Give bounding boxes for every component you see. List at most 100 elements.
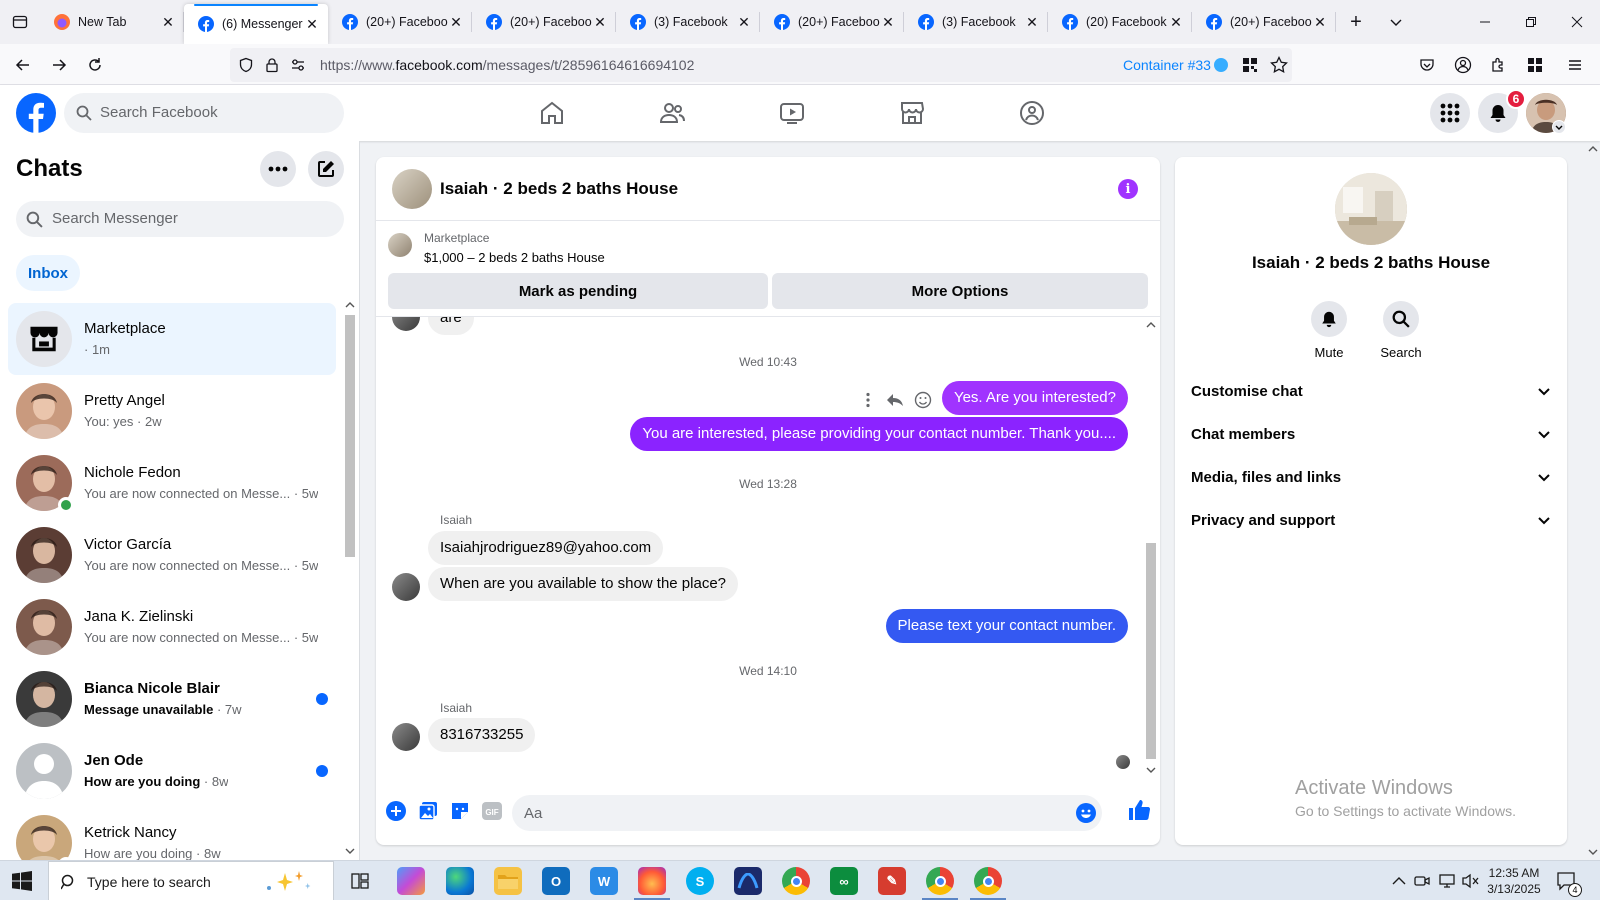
message-bubble-outgoing[interactable]: Yes. Are you interested?: [941, 381, 1128, 415]
message-thread-scrollbar[interactable]: [1144, 317, 1158, 783]
task-view-icon[interactable]: [350, 871, 370, 891]
facebook-logo-icon[interactable]: [16, 93, 56, 133]
listing-avatar[interactable]: [1335, 173, 1407, 245]
conversation-avatar[interactable]: [392, 169, 432, 209]
listing-thumbnail[interactable]: [388, 233, 412, 257]
browser-tab-active[interactable]: (6) Messenger | F✕: [184, 4, 328, 44]
info-section-row[interactable]: Customise chat: [1191, 371, 1551, 411]
firefox-view-button[interactable]: [0, 0, 40, 44]
close-tab-icon[interactable]: ✕: [160, 14, 176, 31]
home-nav[interactable]: [534, 95, 570, 131]
firefox-taskbar-icon[interactable]: [638, 867, 666, 895]
new-message-button[interactable]: [308, 151, 344, 187]
message-bubble-incoming[interactable]: 8316733255: [428, 718, 536, 752]
browser-tab[interactable]: (20+) Facebook ✕: [1192, 0, 1336, 44]
chat-list-item[interactable]: Jen Ode How are you doing · 8w: [8, 735, 336, 807]
message-bubble-incoming[interactable]: are: [428, 317, 474, 335]
chrome-profile-gm-taskbar-icon[interactable]: [926, 867, 954, 895]
app-infinity-taskbar-icon[interactable]: ∞: [830, 867, 858, 895]
close-tab-icon[interactable]: ✕: [1312, 14, 1328, 31]
close-tab-icon[interactable]: ✕: [1168, 14, 1184, 31]
search-in-conversation-button[interactable]: Search: [1371, 301, 1431, 360]
mute-circle[interactable]: [1311, 301, 1347, 337]
attach-photo-button[interactable]: [416, 799, 440, 823]
message-input[interactable]: Aa: [512, 795, 1102, 831]
more-options-button[interactable]: More Options: [772, 273, 1148, 309]
chat-list-item[interactable]: Pretty Angel You: yes · 2w: [8, 375, 336, 447]
app-paint-taskbar-icon[interactable]: ✎: [878, 867, 906, 895]
conversation-info-icon[interactable]: i: [1118, 179, 1138, 199]
meet-now-icon[interactable]: [1414, 873, 1430, 889]
info-section-row[interactable]: Media, files and links: [1191, 457, 1551, 497]
marketplace-nav[interactable]: [894, 95, 930, 131]
minimize-button[interactable]: [1462, 0, 1508, 44]
groups-nav[interactable]: [1014, 95, 1050, 131]
message-bubble-outgoing[interactable]: Please text your contact number.: [885, 609, 1128, 643]
info-section-row[interactable]: Privacy and support: [1191, 500, 1551, 540]
copilot-taskbar-icon[interactable]: [397, 867, 425, 895]
file-explorer-taskbar-icon[interactable]: [494, 867, 522, 895]
video-nav[interactable]: [774, 95, 810, 131]
extensions-button[interactable]: [1486, 52, 1512, 78]
react-emoji-icon[interactable]: [914, 391, 932, 409]
app-menu-button[interactable]: [1562, 52, 1588, 78]
browser-tab[interactable]: (20+) Facebook ✕: [760, 0, 904, 44]
sticker-button[interactable]: [448, 799, 472, 823]
facebook-search-input[interactable]: Search Facebook: [64, 93, 344, 133]
browser-tab[interactable]: (20+) Facebook ✕: [328, 0, 472, 44]
account-button[interactable]: [1450, 52, 1476, 78]
chat-list-item[interactable]: Nichole Fedon You are now connected on Me…: [8, 447, 336, 519]
browser-tab[interactable]: (3) Facebook ✕: [904, 0, 1048, 44]
close-tab-icon[interactable]: ✕: [1024, 14, 1040, 31]
close-tab-icon[interactable]: ✕: [736, 14, 752, 31]
mute-button[interactable]: Mute: [1299, 301, 1359, 360]
chat-options-button[interactable]: [260, 151, 296, 187]
messenger-search-input[interactable]: Search Messenger: [16, 201, 344, 237]
container-label[interactable]: Container #33: [1123, 57, 1211, 73]
skype-taskbar-icon[interactable]: S: [686, 867, 714, 895]
inbox-tab[interactable]: Inbox: [16, 255, 80, 291]
more-actions-button[interactable]: [384, 799, 408, 823]
taskbar-search-input[interactable]: Type here to search: [48, 861, 334, 900]
emoji-icon[interactable]: [1076, 803, 1096, 823]
browser-tab[interactable]: New Tab ✕: [40, 0, 184, 44]
search-circle[interactable]: [1383, 301, 1419, 337]
volume-muted-icon[interactable]: [1462, 873, 1480, 889]
outlook-taskbar-icon[interactable]: O: [542, 867, 570, 895]
extension-grid-button[interactable]: [1522, 52, 1548, 78]
chrome-taskbar-icon[interactable]: [782, 867, 810, 895]
app-arc-taskbar-icon[interactable]: [734, 867, 762, 895]
sender-avatar[interactable]: [392, 573, 420, 601]
message-bubble-outgoing[interactable]: You are interested, please providing you…: [630, 417, 1128, 451]
page-scrollbar[interactable]: [1586, 141, 1600, 860]
conversation-title[interactable]: Isaiah · 2 beds 2 baths House: [440, 179, 678, 199]
listing-price-title[interactable]: $1,000 – 2 beds 2 baths House: [424, 250, 605, 265]
browser-tab[interactable]: (20+) Facebook ✕: [472, 0, 616, 44]
menu-button[interactable]: [1430, 93, 1470, 133]
info-section-row[interactable]: Chat members: [1191, 414, 1551, 454]
mark-as-pending-button[interactable]: Mark as pending: [388, 273, 768, 309]
friends-nav[interactable]: [654, 95, 690, 131]
chat-list-item[interactable]: Marketplace · 1m: [8, 303, 336, 375]
browser-tab[interactable]: (20) Facebook ✕: [1048, 0, 1192, 44]
account-chevron-icon[interactable]: [1552, 120, 1566, 134]
chat-list-item[interactable]: Ketrick Nancy How are you doing · 8w: [8, 807, 336, 860]
message-more-icon[interactable]: [860, 392, 876, 408]
chat-list-scrollbar[interactable]: [343, 298, 357, 858]
app-w-taskbar-icon[interactable]: W: [590, 867, 618, 895]
url-bar[interactable]: https://www.facebook.com/messages/t/2859…: [230, 48, 1292, 82]
close-tab-icon[interactable]: ✕: [592, 14, 608, 31]
close-window-button[interactable]: [1554, 0, 1600, 44]
close-tab-icon[interactable]: ✕: [880, 14, 896, 31]
reply-icon[interactable]: [886, 392, 904, 408]
chrome-profile-r-taskbar-icon[interactable]: [974, 867, 1002, 895]
chat-list-item[interactable]: Bianca Nicole Blair Message unavailable ·…: [8, 663, 336, 735]
back-button[interactable]: [10, 52, 36, 78]
system-clock[interactable]: 12:35 AM 3/13/2025: [1482, 865, 1546, 897]
chat-list-item[interactable]: Jana K. Zielinski You are now connected o…: [8, 591, 336, 663]
pocket-button[interactable]: [1414, 52, 1440, 78]
edge-taskbar-icon[interactable]: [446, 867, 474, 895]
message-bubble-incoming[interactable]: When are you available to show the place…: [428, 567, 739, 601]
list-all-tabs-button[interactable]: [1376, 0, 1416, 44]
close-tab-icon[interactable]: ✕: [448, 14, 464, 31]
